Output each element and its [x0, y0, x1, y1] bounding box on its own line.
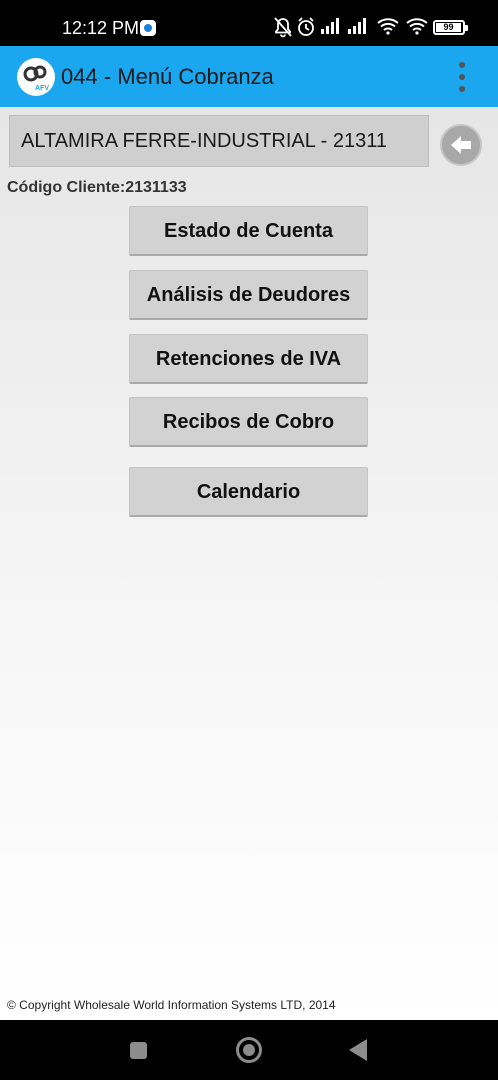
wifi-icon — [377, 18, 399, 35]
page-title: 044 - Menú Cobranza — [61, 64, 274, 89]
battery-level: 99 — [436, 23, 461, 32]
app-logo-icon: AFV — [17, 58, 55, 96]
alarm-icon — [298, 17, 314, 36]
signal-icon — [321, 18, 339, 34]
wifi-icon — [406, 18, 428, 35]
more-vert-icon[interactable] — [453, 59, 471, 95]
app-bar: AFV 044 - Menú Cobranza — [0, 46, 498, 107]
client-name-field[interactable]: ALTAMIRA FERRE-INDUSTRIAL - 21311 — [9, 115, 429, 167]
system-nav-bar — [0, 1020, 498, 1080]
status-time: 12:12 PM — [62, 18, 140, 38]
logo-text: AFV — [35, 85, 49, 92]
client-code: Código Cliente:2131133 — [7, 179, 187, 196]
retenciones-de-iva-button[interactable]: Retenciones de IVA — [129, 334, 368, 384]
copyright-text: © Copyright Wholesale World Information … — [7, 998, 336, 1012]
main-content: ALTAMIRA FERRE-INDUSTRIAL - 21311 Código… — [0, 107, 498, 1020]
mute-bell-icon — [274, 17, 292, 38]
signal-icon — [348, 18, 366, 34]
calendario-button[interactable]: Calendario — [129, 467, 368, 517]
status-bar: 12:12 PM 99 — [0, 0, 498, 46]
recents-square-icon[interactable] — [130, 1042, 147, 1059]
arrow-left-icon — [451, 136, 471, 154]
estado-de-cuenta-button[interactable]: Estado de Cuenta — [129, 206, 368, 256]
recibos-de-cobro-button[interactable]: Recibos de Cobro — [129, 397, 368, 447]
back-triangle-icon[interactable] — [349, 1039, 367, 1061]
notification-app-icon — [140, 20, 156, 36]
home-circle-icon[interactable] — [236, 1037, 262, 1063]
back-button[interactable] — [440, 124, 482, 166]
battery-icon: 99 — [433, 20, 468, 35]
analisis-de-deudores-button[interactable]: Análisis de Deudores — [129, 270, 368, 320]
